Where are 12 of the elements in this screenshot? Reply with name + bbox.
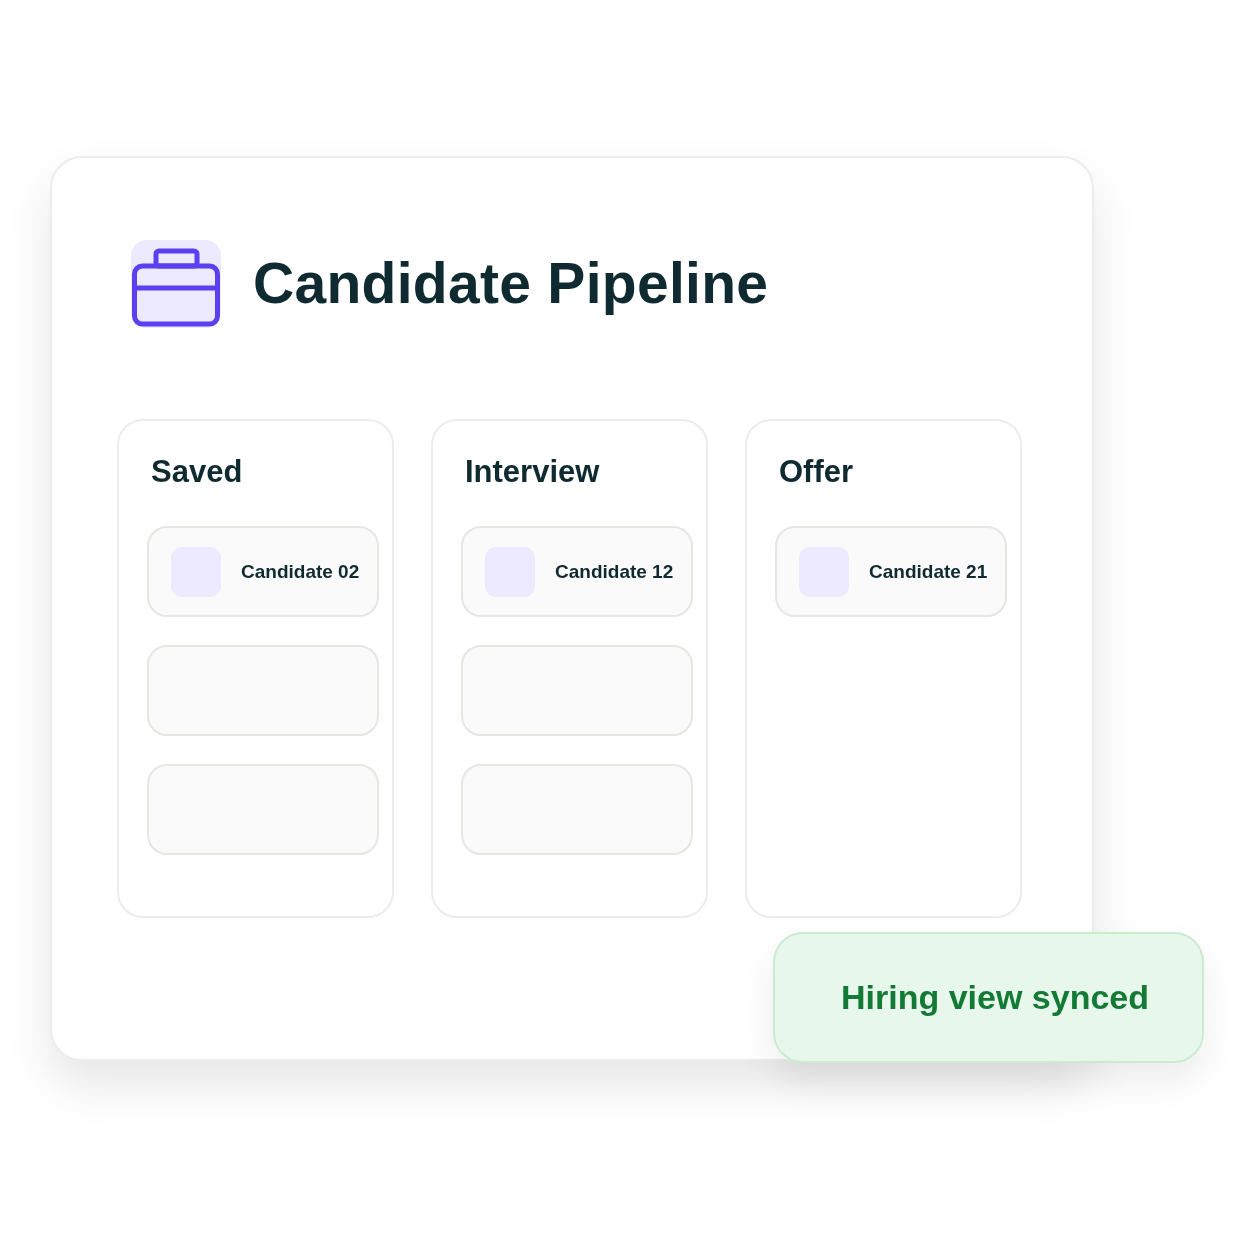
candidate-card[interactable]: Candidate 12 [461,526,693,617]
candidate-name: Candidate 21 [869,560,988,583]
candidate-card[interactable]: Candidate 21 [775,526,1007,617]
briefcase-icon [131,240,221,328]
page-title: Candidate Pipeline [253,251,769,317]
column-heading: Interview [465,453,601,491]
column-heading: Offer [779,453,855,491]
candidate-name: Candidate 02 [241,560,360,583]
candidate-name: Candidate 12 [555,560,674,583]
candidate-card[interactable]: Candidate 02 [147,526,379,617]
column-heading: Saved [151,453,244,491]
sync-toast: Hiring view synced [773,932,1204,1063]
